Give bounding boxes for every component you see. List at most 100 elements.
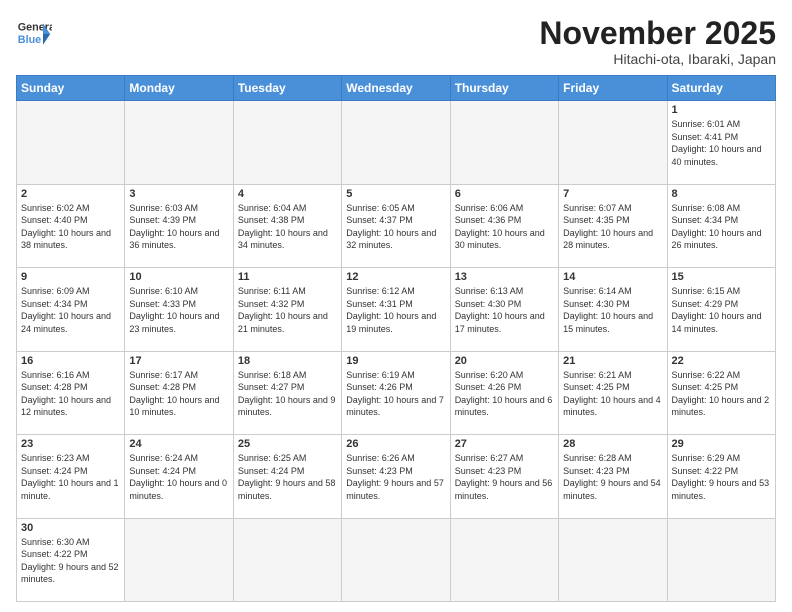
- page: General Blue November 2025 Hitachi-ota, …: [0, 0, 792, 612]
- day-number: 14: [563, 271, 662, 283]
- day-info: Sunrise: 6:18 AM Sunset: 4:27 PM Dayligh…: [238, 369, 337, 419]
- table-row: [667, 518, 775, 601]
- day-info: Sunrise: 6:07 AM Sunset: 4:35 PM Dayligh…: [563, 202, 662, 252]
- day-number: 1: [672, 104, 771, 116]
- day-number: 10: [129, 271, 228, 283]
- day-number: 24: [129, 438, 228, 450]
- table-row: [342, 518, 450, 601]
- logo-icon: General Blue: [16, 16, 52, 52]
- calendar-week-4: 23Sunrise: 6:23 AM Sunset: 4:24 PM Dayli…: [17, 435, 776, 518]
- day-info: Sunrise: 6:21 AM Sunset: 4:25 PM Dayligh…: [563, 369, 662, 419]
- day-number: 26: [346, 438, 445, 450]
- day-info: Sunrise: 6:15 AM Sunset: 4:29 PM Dayligh…: [672, 285, 771, 335]
- table-row: 15 Sunrise: 6:15 AM Sunset: 4:29 PM Dayli…: [667, 268, 775, 351]
- day-number: 25: [238, 438, 337, 450]
- day-info: Sunrise: 6:09 AM Sunset: 4:34 PM Dayligh…: [21, 285, 120, 335]
- table-row: 26Sunrise: 6:26 AM Sunset: 4:23 PM Dayli…: [342, 435, 450, 518]
- table-row: [233, 101, 341, 184]
- table-row: 9 Sunrise: 6:09 AM Sunset: 4:34 PM Daylig…: [17, 268, 125, 351]
- table-row: 4Sunrise: 6:04 AM Sunset: 4:38 PM Daylig…: [233, 184, 341, 267]
- day-info: Sunrise: 6:29 AM Sunset: 4:22 PM Dayligh…: [672, 452, 771, 502]
- calendar-week-0: 1 Sunrise: 6:01 AM Sunset: 4:41 PM Daylig…: [17, 101, 776, 184]
- table-row: 25Sunrise: 6:25 AM Sunset: 4:24 PM Dayli…: [233, 435, 341, 518]
- table-row: 24Sunrise: 6:24 AM Sunset: 4:24 PM Dayli…: [125, 435, 233, 518]
- day-number: 8: [672, 188, 771, 200]
- table-row: 28 Sunrise: 6:28 AM Sunset: 4:23 PM Dayli…: [559, 435, 667, 518]
- day-number: 2: [21, 188, 120, 200]
- table-row: [450, 518, 558, 601]
- day-info: Sunrise: 6:02 AM Sunset: 4:40 PM Dayligh…: [21, 202, 120, 252]
- table-row: 3 Sunrise: 6:03 AM Sunset: 4:39 PM Daylig…: [125, 184, 233, 267]
- col-wednesday: Wednesday: [342, 76, 450, 101]
- table-row: 6 Sunrise: 6:06 AM Sunset: 4:36 PM Daylig…: [450, 184, 558, 267]
- day-number: 5: [346, 188, 445, 200]
- day-number: 4: [238, 188, 337, 200]
- table-row: [125, 101, 233, 184]
- calendar: Sunday Monday Tuesday Wednesday Thursday…: [16, 75, 776, 602]
- table-row: 8 Sunrise: 6:08 AM Sunset: 4:34 PM Daylig…: [667, 184, 775, 267]
- title-area: November 2025 Hitachi-ota, Ibaraki, Japa…: [539, 16, 776, 67]
- day-number: 30: [21, 522, 120, 534]
- table-row: 23Sunrise: 6:23 AM Sunset: 4:24 PM Dayli…: [17, 435, 125, 518]
- col-sunday: Sunday: [17, 76, 125, 101]
- day-number: 13: [455, 271, 554, 283]
- col-friday: Friday: [559, 76, 667, 101]
- day-info: Sunrise: 6:13 AM Sunset: 4:30 PM Dayligh…: [455, 285, 554, 335]
- table-row: 21 Sunrise: 6:21 AM Sunset: 4:25 PM Dayli…: [559, 351, 667, 434]
- day-info: Sunrise: 6:30 AM Sunset: 4:22 PM Dayligh…: [21, 536, 120, 586]
- day-number: 20: [455, 355, 554, 367]
- day-number: 9: [21, 271, 120, 283]
- day-info: Sunrise: 6:03 AM Sunset: 4:39 PM Dayligh…: [129, 202, 228, 252]
- day-info: Sunrise: 6:14 AM Sunset: 4:30 PM Dayligh…: [563, 285, 662, 335]
- col-monday: Monday: [125, 76, 233, 101]
- day-number: 21: [563, 355, 662, 367]
- day-number: 6: [455, 188, 554, 200]
- col-saturday: Saturday: [667, 76, 775, 101]
- day-info: Sunrise: 6:01 AM Sunset: 4:41 PM Dayligh…: [672, 118, 771, 168]
- table-row: 14 Sunrise: 6:14 AM Sunset: 4:30 PM Dayli…: [559, 268, 667, 351]
- table-row: [17, 101, 125, 184]
- table-row: 18 Sunrise: 6:18 AM Sunset: 4:27 PM Dayli…: [233, 351, 341, 434]
- table-row: [342, 101, 450, 184]
- day-info: Sunrise: 6:22 AM Sunset: 4:25 PM Dayligh…: [672, 369, 771, 419]
- day-info: Sunrise: 6:16 AM Sunset: 4:28 PM Dayligh…: [21, 369, 120, 419]
- day-number: 17: [129, 355, 228, 367]
- table-row: 22 Sunrise: 6:22 AM Sunset: 4:25 PM Dayli…: [667, 351, 775, 434]
- calendar-week-1: 2 Sunrise: 6:02 AM Sunset: 4:40 PM Daylig…: [17, 184, 776, 267]
- day-info: Sunrise: 6:08 AM Sunset: 4:34 PM Dayligh…: [672, 202, 771, 252]
- day-number: 16: [21, 355, 120, 367]
- day-info: Sunrise: 6:19 AM Sunset: 4:26 PM Dayligh…: [346, 369, 445, 419]
- table-row: 17 Sunrise: 6:17 AM Sunset: 4:28 PM Dayli…: [125, 351, 233, 434]
- day-info: Sunrise: 6:17 AM Sunset: 4:28 PM Dayligh…: [129, 369, 228, 419]
- col-tuesday: Tuesday: [233, 76, 341, 101]
- table-row: 12Sunrise: 6:12 AM Sunset: 4:31 PM Dayli…: [342, 268, 450, 351]
- day-info: Sunrise: 6:28 AM Sunset: 4:23 PM Dayligh…: [563, 452, 662, 502]
- header-row: Sunday Monday Tuesday Wednesday Thursday…: [17, 76, 776, 101]
- table-row: 29 Sunrise: 6:29 AM Sunset: 4:22 PM Dayli…: [667, 435, 775, 518]
- day-number: 12: [346, 271, 445, 283]
- day-number: 18: [238, 355, 337, 367]
- table-row: 30 Sunrise: 6:30 AM Sunset: 4:22 PM Dayli…: [17, 518, 125, 601]
- table-row: [450, 101, 558, 184]
- month-title: November 2025: [539, 16, 776, 51]
- svg-text:Blue: Blue: [18, 34, 41, 46]
- table-row: 2 Sunrise: 6:02 AM Sunset: 4:40 PM Daylig…: [17, 184, 125, 267]
- calendar-week-2: 9 Sunrise: 6:09 AM Sunset: 4:34 PM Daylig…: [17, 268, 776, 351]
- table-row: 7Sunrise: 6:07 AM Sunset: 4:35 PM Daylig…: [559, 184, 667, 267]
- day-number: 19: [346, 355, 445, 367]
- table-row: [559, 101, 667, 184]
- table-row: 11 Sunrise: 6:11 AM Sunset: 4:32 PM Dayli…: [233, 268, 341, 351]
- day-info: Sunrise: 6:11 AM Sunset: 4:32 PM Dayligh…: [238, 285, 337, 335]
- table-row: 10Sunrise: 6:10 AM Sunset: 4:33 PM Dayli…: [125, 268, 233, 351]
- day-number: 15: [672, 271, 771, 283]
- calendar-week-3: 16 Sunrise: 6:16 AM Sunset: 4:28 PM Dayli…: [17, 351, 776, 434]
- day-number: 3: [129, 188, 228, 200]
- day-number: 29: [672, 438, 771, 450]
- day-number: 22: [672, 355, 771, 367]
- day-number: 28: [563, 438, 662, 450]
- table-row: 1 Sunrise: 6:01 AM Sunset: 4:41 PM Daylig…: [667, 101, 775, 184]
- day-info: Sunrise: 6:05 AM Sunset: 4:37 PM Dayligh…: [346, 202, 445, 252]
- day-number: 11: [238, 271, 337, 283]
- day-info: Sunrise: 6:06 AM Sunset: 4:36 PM Dayligh…: [455, 202, 554, 252]
- table-row: [125, 518, 233, 601]
